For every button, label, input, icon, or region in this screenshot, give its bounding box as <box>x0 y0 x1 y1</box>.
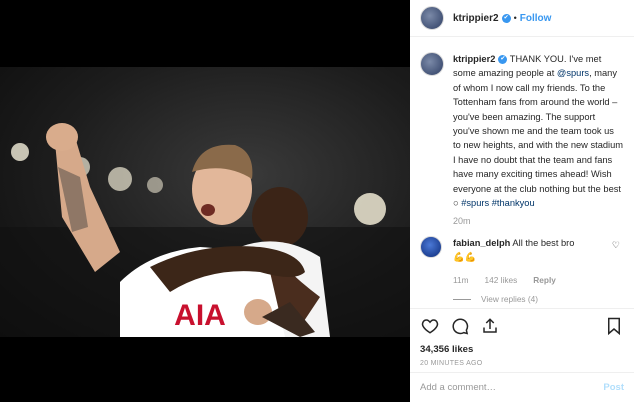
photo-illustration: AIA <box>0 123 410 337</box>
stadium-light <box>354 193 386 225</box>
comment-likes[interactable]: 142 likes <box>485 275 518 285</box>
view-replies-label: View replies (4) <box>481 294 539 305</box>
heart-icon[interactable] <box>420 316 440 336</box>
post-header: ktrippier2 ✔ • Follow <box>410 0 634 37</box>
share-icon[interactable] <box>480 316 500 336</box>
comment-icon[interactable] <box>450 316 470 336</box>
likes-count[interactable]: 34,356 likes <box>420 344 624 355</box>
caption-time[interactable]: 20m <box>453 216 624 226</box>
caption-text-part-2: , many of whom I now call my friends. To… <box>453 68 624 194</box>
post-button[interactable]: Post <box>603 382 624 393</box>
hashtag-link[interactable]: #spurs <box>461 198 489 208</box>
action-icons <box>420 314 624 338</box>
post-sidebar: ktrippier2 ✔ • Follow ktrippier2 ✔ THANK … <box>410 0 634 402</box>
comments-list[interactable]: ktrippier2 ✔ THANK YOU. I've met some ama… <box>410 52 634 308</box>
comment-content: All the best bro <box>512 238 575 249</box>
player-1-fist <box>46 123 78 151</box>
author-username[interactable]: ktrippier2 <box>453 13 499 24</box>
reply-button[interactable]: Reply <box>533 275 556 285</box>
hashtag-link[interactable]: #thankyou <box>492 198 535 208</box>
add-comment-bar: Post <box>410 372 634 402</box>
player-1-mouth <box>201 204 215 216</box>
post-timestamp[interactable]: 20 MINUTES AGO <box>420 360 624 367</box>
comment-like-heart-icon[interactable]: ♡ <box>612 240 620 251</box>
media-pane: AIA <box>0 0 410 402</box>
bookmark-icon[interactable] <box>604 316 624 336</box>
caption: ktrippier2 ✔ THANK YOU. I've met some ama… <box>420 52 624 210</box>
caption-text: ktrippier2 ✔ THANK YOU. I've met some ama… <box>453 52 624 210</box>
post-photo[interactable]: AIA <box>0 67 410 337</box>
comment: fabian_delph All the best bro 💪💪 ♡ <box>420 236 624 264</box>
comment-meta: 11m 142 likes Reply <box>453 275 624 285</box>
view-replies-button[interactable]: View replies (4) <box>453 294 624 304</box>
shirt-sponsor: AIA <box>174 299 226 332</box>
verified-icon: ✔ <box>501 13 511 23</box>
mention-link[interactable]: @spurs <box>557 68 589 78</box>
commenter-avatar[interactable] <box>420 236 442 259</box>
stadium-light <box>147 177 163 193</box>
author-avatar[interactable] <box>420 6 444 30</box>
follow-button[interactable]: Follow <box>520 13 552 24</box>
caption-emoji: ○ <box>453 198 459 209</box>
comment-text: fabian_delph All the best bro 💪💪 <box>453 236 613 264</box>
player-2-head <box>252 187 308 247</box>
post-actions: 34,356 likes 20 MINUTES AGO <box>410 308 634 367</box>
caption-username[interactable]: ktrippier2 <box>453 54 495 64</box>
comment-time[interactable]: 11m <box>453 275 469 285</box>
separator-dot: • <box>513 13 517 23</box>
stadium-light <box>108 167 132 191</box>
caption-avatar[interactable] <box>420 52 444 76</box>
commenter-username[interactable]: fabian_delph <box>453 238 510 248</box>
stadium-light <box>11 143 29 161</box>
comment-emoji: 💪💪 <box>453 252 477 263</box>
player-1-hand <box>244 299 272 325</box>
comment-input[interactable] <box>420 382 604 393</box>
